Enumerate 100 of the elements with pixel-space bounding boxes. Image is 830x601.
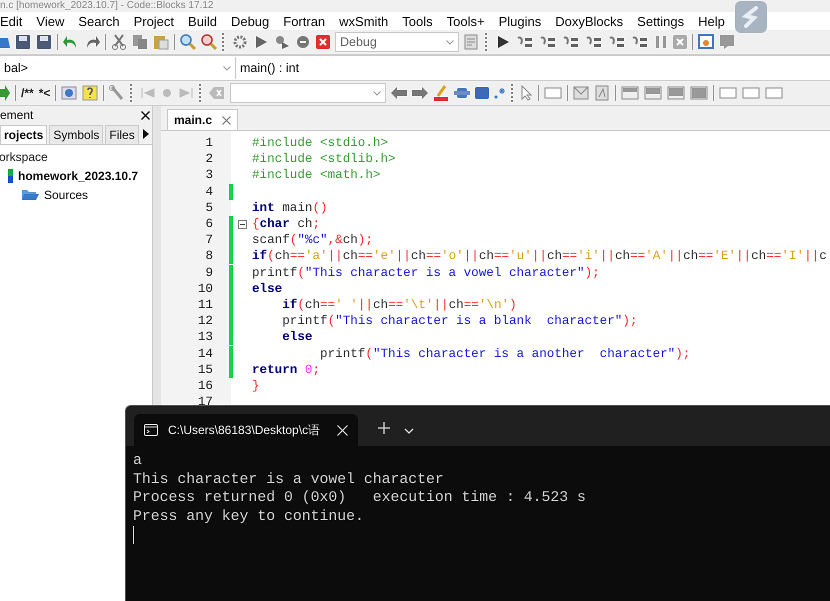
step-out-icon[interactable] [562,34,580,50]
gear-icon[interactable] [232,34,248,50]
menu-item[interactable]: Debug [230,14,270,28]
panel-icon[interactable] [690,86,708,100]
arrow-right-icon[interactable] [412,87,428,99]
document-icon[interactable] [594,85,610,101]
menu-item[interactable]: Build [188,14,217,28]
file-tab[interactable]: main.c [167,109,238,130]
code-line: else [281,330,312,344]
panel-tab[interactable]: Symbols [49,124,104,144]
step-into-icon[interactable] [539,34,557,50]
code-line: int main() [252,200,328,215]
code-line: scanf("%c",&ch); [252,233,373,248]
terminal-tab[interactable]: C:\Users\86183\Desktop\c语 [134,414,358,446]
regex-icon[interactable] [494,87,506,99]
line-number: 1 [204,136,213,150]
rectangle-icon[interactable] [544,87,562,99]
doxy-comment-button[interactable]: *< [38,86,50,100]
code-line: return 0; [252,362,320,377]
fold-icon[interactable] [238,220,247,229]
cut-icon[interactable] [111,34,127,50]
replace-icon[interactable] [201,34,217,50]
folder-icon [21,188,39,200]
menu-item[interactable]: Project [134,14,174,28]
arrow-right-icon[interactable] [0,85,10,101]
next-icon[interactable] [585,34,603,50]
panel-icon[interactable] [644,86,662,100]
wrench-icon[interactable] [109,85,126,101]
doxy-comment-button[interactable]: /** [21,86,34,100]
highlighter-icon[interactable] [433,85,450,101]
play-icon[interactable] [253,34,269,50]
menu-item[interactable]: Search [78,14,120,28]
line-number: 16 [196,378,213,393]
line-number: 15 [196,362,213,377]
back-icon[interactable] [608,34,626,50]
panel-icon[interactable] [621,86,640,100]
line-number: 2 [204,152,213,166]
floating-app-icon[interactable] [734,0,768,34]
menu-item[interactable]: Edit [0,14,22,28]
pointer-icon[interactable] [521,85,534,101]
line-number: 3 [204,168,213,182]
project-icon [8,168,13,182]
stop-icon[interactable] [673,35,687,49]
comment-icon[interactable] [719,34,735,50]
line-number: 13 [196,330,213,344]
code-line: } [252,378,260,393]
undo-icon[interactable] [63,34,79,50]
terminal-icon [144,424,158,436]
step-icon[interactable] [631,34,649,50]
menu-item[interactable]: wxSmith [339,14,388,28]
panel-title: ement [0,108,34,122]
menu-item[interactable]: Settings [637,14,684,28]
frame-icon[interactable] [765,87,784,99]
paste-icon[interactable] [153,34,169,50]
debug-play-icon[interactable] [495,34,511,50]
menu-item[interactable]: Fortran [283,14,326,28]
scroll-right-icon[interactable] [142,129,149,139]
menu-item[interactable]: Tools+ [446,14,485,28]
chevron-down-icon [446,40,454,44]
panel-icon[interactable] [667,86,686,100]
build-target-dropdown[interactable]: Debug [335,32,459,52]
menu-item[interactable]: Help [698,14,725,28]
line-number: 8 [204,249,213,264]
chevron-down-icon[interactable] [404,428,414,434]
tree-item[interactable]: homework_2023.10.7 [18,168,138,182]
stop-icon[interactable] [316,35,330,49]
code-line: {char ch; [252,217,320,232]
plug-icon[interactable] [454,85,470,101]
new-tab-icon[interactable] [378,422,390,434]
panel-tab[interactable]: rojects [0,124,48,144]
code-line: printf("This character is a blank character"); [281,314,638,328]
copy-icon[interactable] [132,34,148,50]
save-all-icon[interactable] [36,34,52,50]
step-icon[interactable] [516,34,534,50]
target-settings-icon[interactable] [464,34,480,50]
frame-icon[interactable] [742,87,760,99]
menu-item[interactable]: DoxyBlocks [555,14,624,28]
window-icon[interactable] [698,34,714,50]
search-icon[interactable] [180,34,196,50]
code-line: if(ch==' '||ch=='\t'||ch=='\n') [281,298,517,312]
line-number: 11 [196,298,213,312]
save-icon[interactable] [15,34,31,50]
code-line: printf("This character is a vowel character"); [252,266,600,280]
menu-item[interactable]: Plugins [498,14,542,28]
panel-tab[interactable]: Files [105,124,139,144]
arrow-left-icon[interactable] [391,87,408,99]
code-line: #include <stdlib.h> [252,152,396,166]
close-icon[interactable] [141,110,150,120]
pause-icon[interactable] [654,34,668,50]
window-title: n.c [homework_2023.10.7] - Code::Blocks 17.12 [0,0,214,11]
envelope-icon[interactable] [573,85,590,101]
redo-icon[interactable] [84,34,100,50]
line-number: 17 [196,395,213,410]
menu-item[interactable]: View [36,14,64,28]
code-line: #include <stdio.h> [252,136,388,150]
frame-icon[interactable] [719,87,738,99]
tree-item[interactable]: Sources [44,188,88,202]
line-number: 6 [204,217,213,232]
help-icon[interactable] [82,85,98,101]
menu-item[interactable]: Tools [402,14,433,28]
